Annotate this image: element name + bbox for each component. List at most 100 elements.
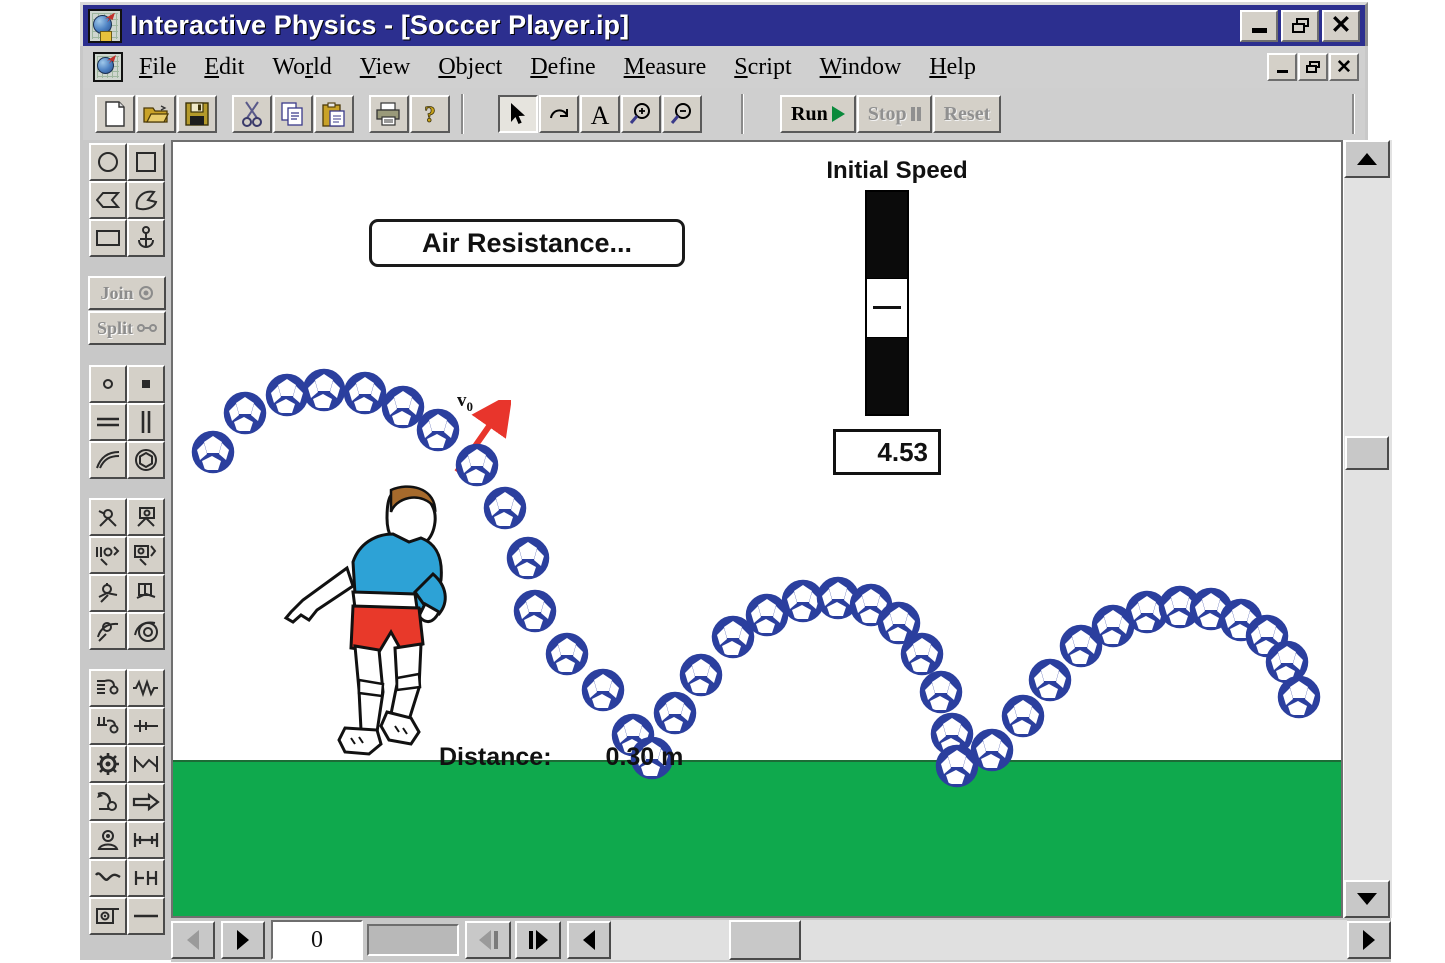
menu-item-measure[interactable]: Measure [624,54,707,81]
curved-slot-icon[interactable] [89,441,127,479]
point-element-icon[interactable] [89,365,127,403]
vertical-scrollbar[interactable] [1343,140,1392,918]
slot-joint-icon[interactable] [127,403,165,441]
horizontal-scroll-thumb[interactable] [729,920,801,960]
gear-pulley-icon[interactable] [127,612,165,650]
palette-shape-group [83,140,171,257]
tape-and-horizontal-scrollbar: 0 [171,918,1391,962]
initial-speed-slider[interactable] [865,190,909,416]
menu-item-window[interactable]: Window [820,54,902,81]
soccer-player-figure [283,485,447,756]
rod-constraint-icon[interactable] [127,859,165,897]
rope-icon[interactable] [127,745,165,783]
copy-icon[interactable] [273,95,313,133]
reset-button[interactable]: Reset [932,95,1002,133]
linear-actuator-icon[interactable] [127,821,165,859]
arrow-select-icon[interactable] [498,95,538,133]
join-button[interactable]: Join [88,276,166,310]
rigid-joint-icon[interactable] [127,498,165,536]
damper-icon[interactable] [127,669,165,707]
new-icon[interactable] [95,95,135,133]
simulation-canvas[interactable]: Air Resistance... Initial Speed 4.53 v0 [171,140,1343,918]
print-icon[interactable] [369,95,409,133]
mdi-minimize-button[interactable] [1267,53,1297,81]
gear-icon[interactable] [89,745,127,783]
separator-icon[interactable] [127,707,165,745]
toolbar-separator-1 [461,94,464,134]
palette-constraint-group [83,495,171,650]
keyed-slot-icon[interactable] [89,574,127,612]
paste-icon[interactable] [314,95,354,133]
tape-step-back-button[interactable] [171,921,215,959]
slot-rod-left-icon[interactable] [89,536,127,574]
rod-icon[interactable] [89,403,127,441]
anchor-icon[interactable] [127,219,165,257]
torque-icon[interactable] [89,897,127,935]
document-physics-icon[interactable] [93,52,123,82]
menu-item-world[interactable]: World [272,54,331,81]
run-button[interactable]: Run [780,95,856,133]
polygon-body-icon[interactable] [89,181,127,219]
menu-item-object[interactable]: Object [438,54,502,81]
scroll-up-arrow-icon[interactable] [1344,140,1390,178]
circle-body-icon[interactable] [89,143,127,181]
menu-item-file[interactable]: File [139,54,176,81]
spring-icon[interactable] [89,669,127,707]
close-button[interactable]: ✕ [1322,9,1360,42]
curved-polygon-icon[interactable] [127,181,165,219]
restore-button[interactable] [1281,9,1319,42]
air-resistance-button[interactable]: Air Resistance... [369,219,685,267]
soccer-ball [919,670,963,714]
rotate-icon[interactable] [539,95,579,133]
rod-line-icon[interactable] [127,897,165,935]
initial-speed-label: Initial Speed [826,157,968,184]
damper-rotational-icon[interactable] [89,707,127,745]
tape-track[interactable] [367,924,459,956]
menu-item-help[interactable]: Help [929,54,976,81]
square-point-icon[interactable] [127,365,165,403]
scroll-right-arrow-icon[interactable] [1347,921,1391,959]
vertical-scroll-thumb[interactable] [1345,436,1389,470]
cut-icon[interactable] [232,95,272,133]
tape-step-forward-button[interactable] [221,921,265,959]
rewind-button[interactable] [465,921,511,959]
spring-damper-icon[interactable] [89,859,127,897]
zoom-out-icon[interactable] [662,95,702,133]
horizontal-scroll-track[interactable] [611,920,1347,960]
pin-joint-icon[interactable] [89,498,127,536]
force-arrow-icon[interactable] [127,783,165,821]
background-rect-icon[interactable] [89,219,127,257]
stop-button[interactable]: Stop [856,95,932,133]
menu-item-define[interactable]: Define [530,54,595,81]
text-tool-icon[interactable]: A [580,95,620,133]
mdi-restore-button[interactable] [1298,53,1328,81]
menu-item-view[interactable]: View [360,54,411,81]
minimize-button[interactable] [1240,9,1278,42]
zoom-in-icon[interactable] [621,95,661,133]
motor-icon[interactable] [89,783,127,821]
svg-text:?: ? [424,102,436,127]
help-icon[interactable]: ? [410,95,450,133]
frame-number-input[interactable]: 0 [271,920,363,960]
curved-slot-joint-icon[interactable] [89,612,127,650]
open-icon[interactable] [136,95,176,133]
slot-rod-right-icon[interactable] [127,536,165,574]
initial-speed-value[interactable]: 4.53 [833,429,941,475]
pulley-icon[interactable] [127,441,165,479]
menu-item-script[interactable]: Script [734,54,791,81]
ground-plane [173,760,1341,916]
mdi-restore-icon [1306,61,1320,73]
split-button[interactable]: Split [88,311,166,345]
scroll-left-arrow-icon[interactable] [567,921,611,959]
slider-thumb[interactable] [867,278,907,338]
menu-item-edit[interactable]: Edit [204,54,244,81]
rectangle-body-icon[interactable] [127,143,165,181]
save-icon[interactable] [177,95,217,133]
mdi-close-button[interactable]: ✕ [1329,53,1359,81]
play-button[interactable] [515,921,561,959]
scroll-down-arrow-icon[interactable] [1344,880,1390,918]
actuator-icon[interactable] [89,821,127,859]
soccer-ball [416,408,460,452]
mdi-controls: ✕ [1267,53,1359,81]
pinned-slot-icon[interactable] [127,574,165,612]
